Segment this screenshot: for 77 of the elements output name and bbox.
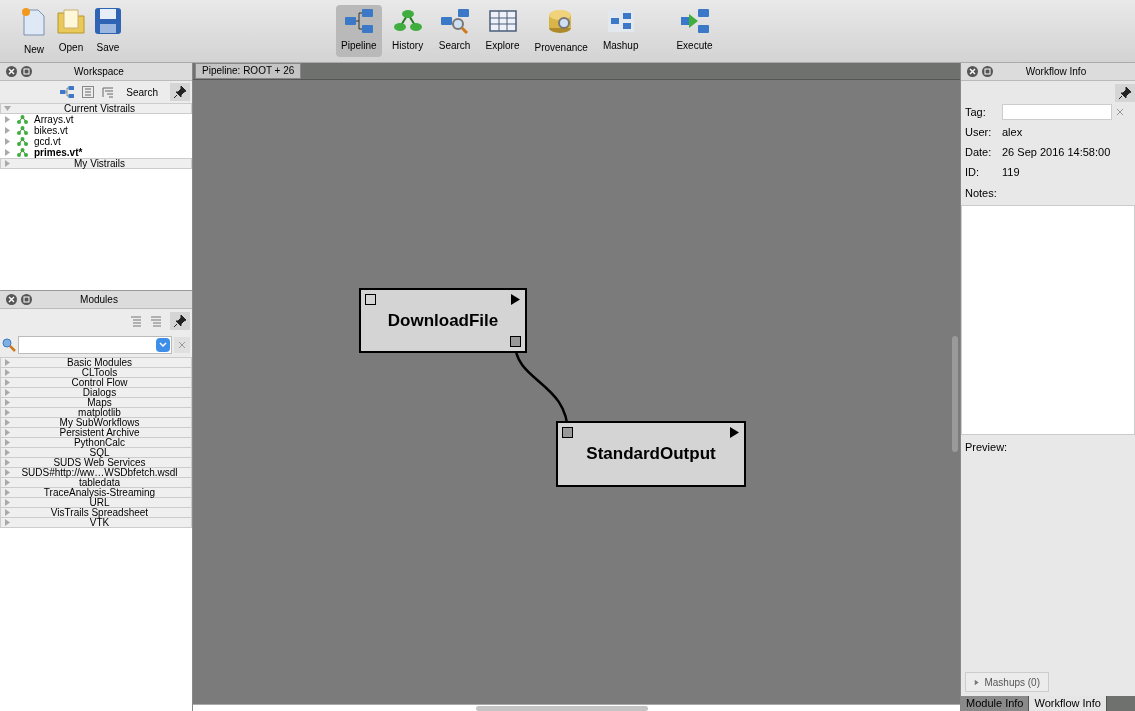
- float-icon[interactable]: [982, 66, 993, 77]
- view-tab[interactable]: Mashup: [597, 5, 644, 57]
- tree-icon: [17, 115, 28, 124]
- preview-label: Preview:: [964, 439, 1009, 455]
- collapse-icon[interactable]: [130, 315, 142, 327]
- field-label: ID:: [965, 164, 981, 180]
- module-search-field[interactable]: [18, 336, 172, 354]
- dropdown-icon[interactable]: [156, 338, 170, 352]
- close-icon[interactable]: [6, 294, 17, 305]
- collapsed-arrow-icon: [974, 678, 980, 686]
- tree-icon: [17, 126, 28, 135]
- float-icon[interactable]: [21, 294, 32, 305]
- view-tab[interactable]: History: [386, 5, 429, 57]
- mashup-icon: [605, 8, 636, 34]
- pin-icon[interactable]: [1118, 86, 1132, 100]
- vistrail-item[interactable]: Arrays.vt: [0, 114, 192, 125]
- vistrail-item[interactable]: primes.vt*: [0, 147, 192, 158]
- panel-title: Workspace: [73, 65, 125, 79]
- view-tab[interactable]: Explore: [480, 5, 525, 57]
- vertical-scrollbar[interactable]: [952, 336, 958, 452]
- pipeline-icon: [343, 8, 374, 34]
- field-label: Tag:: [965, 104, 987, 120]
- expand-icon[interactable]: [150, 315, 162, 327]
- tree-icon: [392, 8, 423, 34]
- float-icon[interactable]: [21, 66, 32, 77]
- section-header[interactable]: My Vistrails: [0, 158, 192, 169]
- vistrail-item[interactable]: gcd.vt: [0, 136, 192, 147]
- field-value: 26 Sep 2016 14:58:00: [1002, 144, 1111, 160]
- field-value: 119: [1002, 164, 1020, 180]
- panel-title: Workflow Info: [1024, 65, 1088, 79]
- pipeline-tab[interactable]: Pipeline: ROOT + 26: [195, 63, 302, 79]
- pin-icon[interactable]: [173, 85, 187, 99]
- module-node[interactable]: DownloadFile: [359, 288, 527, 353]
- field-label: Date:: [965, 144, 993, 160]
- close-icon[interactable]: [6, 66, 17, 77]
- view-tab[interactable]: Search: [433, 5, 476, 57]
- field-label: User:: [965, 124, 993, 140]
- tree-icon: [17, 137, 28, 146]
- pin-icon[interactable]: [173, 314, 187, 328]
- folder-icon: [56, 7, 86, 35]
- pipeline-icon[interactable]: [59, 85, 75, 99]
- output-port[interactable]: [510, 336, 521, 347]
- play-icon: [730, 427, 739, 438]
- package-item[interactable]: VTK: [0, 517, 192, 528]
- search-icon: [439, 8, 470, 34]
- notes-label: Notes:: [965, 186, 998, 201]
- toolbar-button[interactable]: Save: [94, 7, 122, 57]
- view-tab[interactable]: Pipeline: [336, 5, 382, 57]
- search-button[interactable]: Search: [122, 84, 162, 100]
- toolbar-button[interactable]: Open: [57, 7, 85, 57]
- execute-button[interactable]: Execute: [676, 5, 713, 57]
- mashups-button[interactable]: Mashups (0): [965, 672, 1049, 692]
- tag-field[interactable]: [1002, 104, 1112, 120]
- filter-icon[interactable]: [102, 86, 115, 98]
- panel-tab[interactable]: Workflow Info: [1029, 696, 1107, 711]
- module-node[interactable]: StandardOutput: [556, 421, 746, 487]
- panel-title: Modules: [79, 293, 119, 307]
- toolbar-button[interactable]: New: [20, 7, 48, 57]
- execute-icon: [679, 8, 710, 34]
- tree-icon: [17, 148, 28, 157]
- input-port[interactable]: [562, 427, 573, 438]
- panel-tab[interactable]: Module Info: [961, 696, 1030, 711]
- list-icon[interactable]: [82, 86, 95, 98]
- input-port[interactable]: [365, 294, 376, 305]
- grid-icon: [487, 8, 518, 34]
- close-icon[interactable]: [967, 66, 978, 77]
- new-document-icon: [21, 7, 47, 37]
- expanded-arrow-icon[interactable]: [4, 105, 11, 112]
- notes-field[interactable]: [961, 204, 1135, 435]
- search-icon: [2, 338, 16, 352]
- field-value: alex: [1002, 124, 1023, 140]
- view-tab[interactable]: Provenance: [529, 5, 593, 57]
- play-icon: [511, 294, 520, 305]
- section-header[interactable]: Current Vistrails: [0, 103, 192, 114]
- clear-icon[interactable]: [174, 337, 190, 353]
- horizontal-scrollbar[interactable]: [476, 706, 648, 711]
- vistrail-item[interactable]: bikes.vt: [0, 125, 192, 136]
